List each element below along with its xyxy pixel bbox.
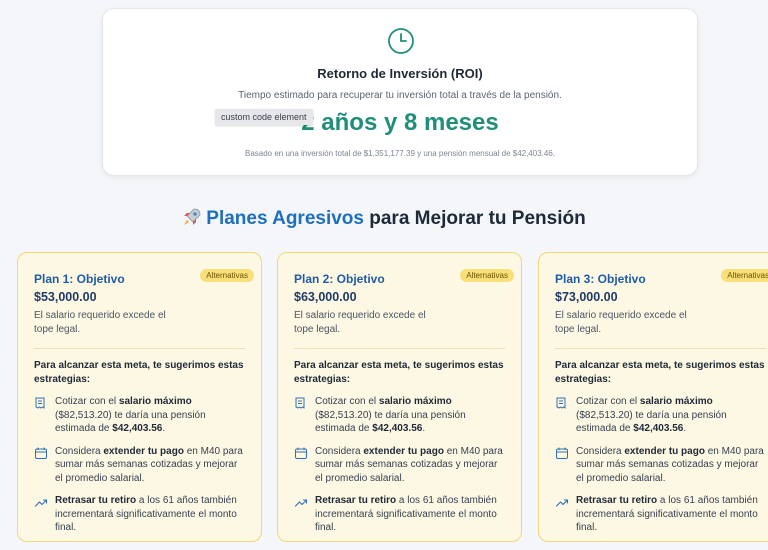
strategy-extend-payment: Considera extender tu pago en M40 para s… (294, 445, 505, 486)
strategies-intro: Para alcanzar esta meta, te sugerimos es… (294, 360, 504, 385)
strategy-delay-retirement: Retrasar tu retiro a los 61 años también… (34, 494, 245, 535)
trending-up-icon (555, 499, 569, 507)
alternatives-badge: Alternativas (460, 269, 514, 282)
custom-code-tooltip: custom code element (215, 109, 313, 125)
plan-card-2: Plan 2: Objetivo Alternativas $63,000.00… (277, 252, 522, 542)
strategy-highlight: extender tu pago (624, 445, 705, 457)
calendar-icon (35, 447, 47, 459)
roi-note: Basado en una inversión total de $1,351,… (244, 149, 555, 158)
strategy-extend-payment: Considera extender tu pago en M40 para s… (555, 445, 766, 486)
strategy-extend-payment: Considera extender tu pago en M40 para s… (34, 445, 245, 486)
strategy-text: Considera (315, 445, 364, 457)
strategies-intro: Para alcanzar esta meta, te sugerimos es… (34, 360, 244, 385)
divider (294, 348, 505, 349)
alternatives-badge: Alternativas (721, 269, 768, 282)
strategy-max-salary: Cotizar con el salario máximo ($82,513.2… (34, 395, 245, 436)
page: Retorno de Inversión (ROI) Tiempo estima… (0, 0, 768, 550)
strategy-highlight: extender tu pago (103, 445, 184, 457)
plan-title: Plan 1: Objetivo (34, 272, 125, 286)
roi-value: 2 años y 8 meses (301, 109, 499, 136)
strategy-highlight: $42,403.56 (372, 423, 423, 434)
roi-subtitle: Tiempo estimado para recuperar tu invers… (238, 90, 562, 101)
strategy-highlight: $42,403.56 (112, 423, 163, 434)
calendar-icon (295, 447, 307, 459)
plan-title: Plan 3: Objetivo (555, 272, 646, 286)
section-title-rest: para Mejorar tu Pensión (363, 208, 586, 229)
plan-description: El salario requerido excede el tope lega… (294, 310, 426, 335)
strategy-delay-retirement: Retrasar tu retiro a los 61 años también… (555, 494, 766, 535)
roi-card: Retorno de Inversión (ROI) Tiempo estima… (102, 8, 698, 176)
receipt-icon (556, 397, 566, 409)
strategy-highlight: salario máximo (378, 396, 452, 407)
strategy-text: . (683, 423, 687, 434)
strategy-text: . (162, 423, 166, 434)
strategy-highlight: extender tu pago (363, 445, 444, 457)
strategy-highlight: $42,403.56 (633, 423, 684, 434)
receipt-icon (35, 397, 45, 409)
alternatives-badge: Alternativas (200, 269, 254, 282)
strategy-highlight: Retrasar tu retiro (55, 495, 137, 506)
strategy-highlight: Retrasar tu retiro (315, 495, 397, 506)
strategy-delay-retirement: Retrasar tu retiro a los 61 años también… (294, 494, 505, 535)
roi-title: Retorno de Inversión (ROI) (317, 66, 483, 81)
divider (34, 348, 245, 349)
trending-up-icon (294, 499, 308, 507)
strategy-highlight: salario máximo (118, 396, 192, 407)
strategy-text: Cotizar con el (315, 396, 379, 407)
strategy-text: Cotizar con el (576, 396, 640, 407)
strategy-text: Considera (576, 445, 625, 457)
plan-card-1: Plan 1: Objetivo Alternativas $53,000.00… (17, 252, 262, 542)
strategy-max-salary: Cotizar con el salario máximo ($82,513.2… (294, 395, 505, 436)
strategy-text: Considera (55, 445, 104, 457)
strategy-highlight: Retrasar tu retiro (576, 495, 658, 506)
strategy-text: Cotizar con el (55, 396, 119, 407)
trending-up-icon (34, 499, 48, 507)
plan-description: El salario requerido excede el tope lega… (34, 310, 166, 335)
strategies-intro: Para alcanzar esta meta, te sugerimos es… (555, 360, 765, 385)
receipt-icon (295, 397, 305, 409)
plan-description: El salario requerido excede el tope lega… (555, 310, 687, 335)
strategy-highlight: salario máximo (639, 396, 713, 407)
rocket-icon (184, 208, 201, 225)
strategy-max-salary: Cotizar con el salario máximo ($82,513.2… (555, 395, 766, 436)
plan-title: Plan 2: Objetivo (294, 272, 385, 286)
plan-card-3: Plan 3: Objetivo Alternativas $73,000.00… (538, 252, 768, 542)
section-heading: Planes Agresivos para Mejorar tu Pensión (0, 207, 768, 230)
section-title-accent: Planes Agresivos (206, 208, 364, 229)
divider (555, 348, 766, 349)
clock-icon (388, 28, 414, 54)
strategy-text: . (422, 423, 426, 434)
calendar-icon (556, 447, 568, 459)
